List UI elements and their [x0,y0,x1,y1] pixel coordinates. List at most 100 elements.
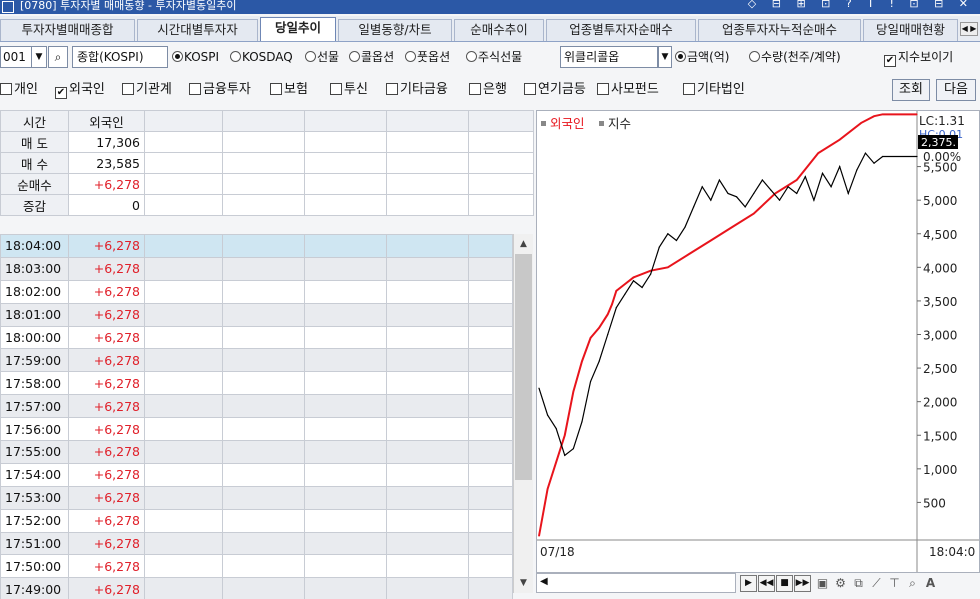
chart-horizontal-scrollbar[interactable]: ◀ [536,573,736,593]
line-chart-icon[interactable]: ⟋ [868,575,885,592]
table-row[interactable]: 18:04:00 +6,278 [0,234,513,258]
tab-scroll-arrows-icon[interactable]: ◀ ▶ [960,22,978,36]
market-radio-label: 주식선물 [478,50,523,64]
empty-cell [386,131,469,153]
tab-4[interactable]: 일별동향/차트 [338,19,452,41]
investor-checkbox-10[interactable]: 사모펀드 [597,80,659,100]
weekly-dropdown-button[interactable]: ▼ [658,46,672,68]
market-radio-4[interactable]: 콜옵션 [349,46,394,68]
y-tick-label: 2,500 [923,362,957,376]
tab-1[interactable]: 투자자별매매종합 [0,19,135,41]
market-radio-2[interactable]: KOSDAQ [230,46,293,68]
search-icon[interactable]: ⌕ [48,46,68,68]
investor-checkbox-1[interactable]: 개인 [0,80,38,100]
table-row[interactable]: 17:56:00 +6,278 [0,417,513,442]
text-icon[interactable]: A [922,575,939,592]
table-row[interactable]: 18:01:00 +6,278 [0,302,513,327]
empty-cell [304,485,387,510]
tab-3[interactable]: 당일추이 [260,17,336,41]
tab-5[interactable]: 순매수추이 [454,19,544,41]
table-row[interactable]: 17:52:00 +6,278 [0,508,513,533]
table-row[interactable]: 17:53:00 +6,278 [0,485,513,510]
query-button[interactable]: 조회 [892,79,930,101]
tab-7[interactable]: 업종투자자누적순매수 [698,19,861,41]
scroll-up-arrow-icon[interactable]: ▲ [514,236,533,252]
settings-icon[interactable]: ⚙ [832,575,849,592]
investor-checkbox-6[interactable]: 투신 [330,80,368,100]
crosshair-icon[interactable]: ⊤ [886,575,903,592]
investor-checkbox-9[interactable]: 연기금등 [524,80,586,100]
copy-icon[interactable]: ⧉ [850,575,867,592]
investor-checkbox-2[interactable]: ✔ 외국인 [55,80,105,100]
table-row[interactable]: 18:03:00 +6,278 [0,256,513,281]
investor-checkbox-4[interactable]: 금융투자 [189,80,251,100]
checkbox-icon [122,83,134,95]
fast-forward-icon[interactable]: ▶▶ [794,575,811,592]
table-row[interactable]: 18:00:00 +6,278 [0,325,513,350]
table-row[interactable]: 17:57:00 +6,278 [0,394,513,419]
data-point-index [615,307,617,309]
data-point-index [710,199,712,201]
series-line-index [538,152,917,457]
investor-checkbox-11[interactable]: 기타법인 [683,80,745,100]
window-controls[interactable]: ◇ ⊟ ⊞ ⊡ ? T ! ⊡ ⊟ ✕ [748,0,974,10]
row-foreign-net: +6,278 [68,485,145,510]
rewind-icon[interactable]: ◀◀ [758,575,775,592]
scroll-down-arrow-icon[interactable]: ▼ [514,575,533,591]
data-point-foreign [581,360,583,362]
empty-cell [468,485,513,510]
market-radio-3[interactable]: 선물 [305,46,339,68]
chart-panel[interactable]: 5,500 5,000 4,500 4,000 3,500 3,000 2,500 2,000… [536,110,980,573]
market-radio-5[interactable]: 풋옵션 [405,46,450,68]
market-radio-label: 선물 [317,50,340,64]
scroll-left-arrow-icon[interactable]: ◀ [540,576,548,587]
data-point-foreign [894,113,897,115]
table-row[interactable]: 17:54:00 +6,278 [0,462,513,487]
scroll-thumb[interactable] [515,254,532,480]
table-row[interactable]: 17:49:00 +6,278 [0,577,513,599]
empty-cell [386,462,469,487]
investor-checkbox-8[interactable]: 은행 [469,80,507,100]
investor-checkbox-3[interactable]: 기관계 [122,80,172,100]
table-vertical-scrollbar[interactable]: ▲ ▼ [513,234,533,593]
tab-6[interactable]: 업종별투자자순매수 [546,19,696,41]
weekly-option-select[interactable]: 위클리콜옵 [560,46,658,68]
code-dropdown-button[interactable]: ▼ [31,46,47,68]
data-point-index [675,239,678,242]
market-radio-1[interactable]: KOSPI [172,46,219,68]
empty-cell [144,417,223,442]
investor-checkbox-7[interactable]: 기타금융 [386,80,448,100]
zoom-icon[interactable]: ⌕ [904,575,921,592]
data-point-index [864,152,867,154]
stop-icon[interactable]: ■ [776,575,793,592]
table-row[interactable]: 17:59:00 +6,278 [0,348,513,373]
empty-cell [144,256,223,281]
unit-radio-1[interactable]: 금액(억) [675,46,729,68]
legend-marker-foreign [541,121,546,126]
table-row[interactable]: 17:51:00 +6,278 [0,531,513,556]
table-row[interactable]: 17:58:00 +6,278 [0,371,513,396]
show-index-checkbox[interactable]: ✔ 지수보이기 [884,46,953,68]
row-time: 18:00:00 [0,325,69,350]
row-foreign-net: +6,278 [68,417,145,442]
empty-cell [222,417,305,442]
table-row[interactable]: 18:02:00 +6,278 [0,279,513,304]
table-row[interactable]: 17:55:00 +6,278 [0,440,513,464]
tab-8[interactable]: 당일매매현황 [863,19,958,41]
data-point-index [701,186,703,188]
code-input[interactable]: 001 [0,46,32,68]
investor-checkbox-5[interactable]: 보험 [270,80,308,100]
data-point-foreign [632,276,635,279]
next-button[interactable]: 다음 [936,79,976,101]
y-tick-label: 3,500 [923,295,957,309]
tab-2[interactable]: 시간대별투자자 [137,19,258,41]
empty-cell [304,371,387,396]
play-icon[interactable]: ▶ [740,575,757,592]
row-time: 18:01:00 [0,302,69,327]
unit-radio-2[interactable]: 수량(천주/계약) [749,46,841,68]
table-row[interactable]: 17:50:00 +6,278 [0,554,513,579]
empty-cell [222,577,305,599]
empty-cell [386,440,469,464]
market-radio-6[interactable]: 주식선물 [466,46,522,68]
window-icon[interactable]: ▣ [814,575,831,592]
